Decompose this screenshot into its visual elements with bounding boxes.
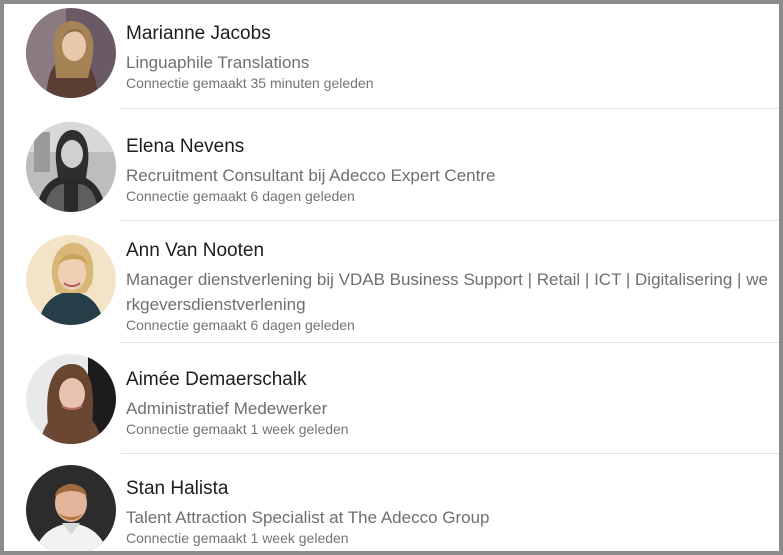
connection-headline: Talent Attraction Specialist at The Adec… bbox=[126, 508, 490, 527]
connection-time: Connectie gemaakt 6 dagen geleden bbox=[126, 317, 355, 333]
connection-headline: Recruitment Consultant bij Adecco Expert… bbox=[126, 166, 496, 185]
avatar[interactable] bbox=[26, 8, 116, 98]
connections-window: Marianne Jacobs Linguaphile Translations… bbox=[0, 0, 783, 555]
connection-time: Connectie gemaakt 1 week geleden bbox=[126, 421, 349, 437]
avatar[interactable] bbox=[26, 465, 116, 551]
connection-time: Connectie gemaakt 6 dagen geleden bbox=[126, 188, 355, 204]
connection-name[interactable]: Stan Halista bbox=[126, 477, 773, 501]
connection-row[interactable]: Elena Nevens Recruitment Consultant bij … bbox=[4, 109, 779, 219]
connections-list: Marianne Jacobs Linguaphile Translations… bbox=[4, 4, 779, 551]
connection-time: Connectie gemaakt 1 week geleden bbox=[126, 530, 349, 546]
connection-name[interactable]: Marianne Jacobs bbox=[126, 22, 773, 46]
connection-row[interactable]: Marianne Jacobs Linguaphile Translations… bbox=[4, 4, 779, 108]
avatar[interactable] bbox=[26, 235, 116, 325]
connection-name[interactable]: Elena Nevens bbox=[126, 135, 773, 159]
connection-row[interactable]: Ann Van Nooten Manager dienstverlening b… bbox=[4, 221, 779, 341]
connection-headline: Linguaphile Translations bbox=[126, 53, 310, 72]
connection-row[interactable]: Stan Halista Talent Attraction Specialis… bbox=[4, 454, 779, 551]
connection-name[interactable]: Aimée Demaerschalk bbox=[126, 368, 773, 392]
connection-headline: Manager dienstverlening bij VDAB Busines… bbox=[126, 270, 768, 314]
connection-name[interactable]: Ann Van Nooten bbox=[126, 239, 773, 263]
connection-row[interactable]: Aimée Demaerschalk Administratief Medewe… bbox=[4, 343, 779, 453]
connection-time: Connectie gemaakt 35 minuten geleden bbox=[126, 75, 374, 91]
avatar[interactable] bbox=[26, 354, 116, 444]
connection-headline: Administratief Medewerker bbox=[126, 399, 328, 418]
avatar[interactable] bbox=[26, 122, 116, 212]
